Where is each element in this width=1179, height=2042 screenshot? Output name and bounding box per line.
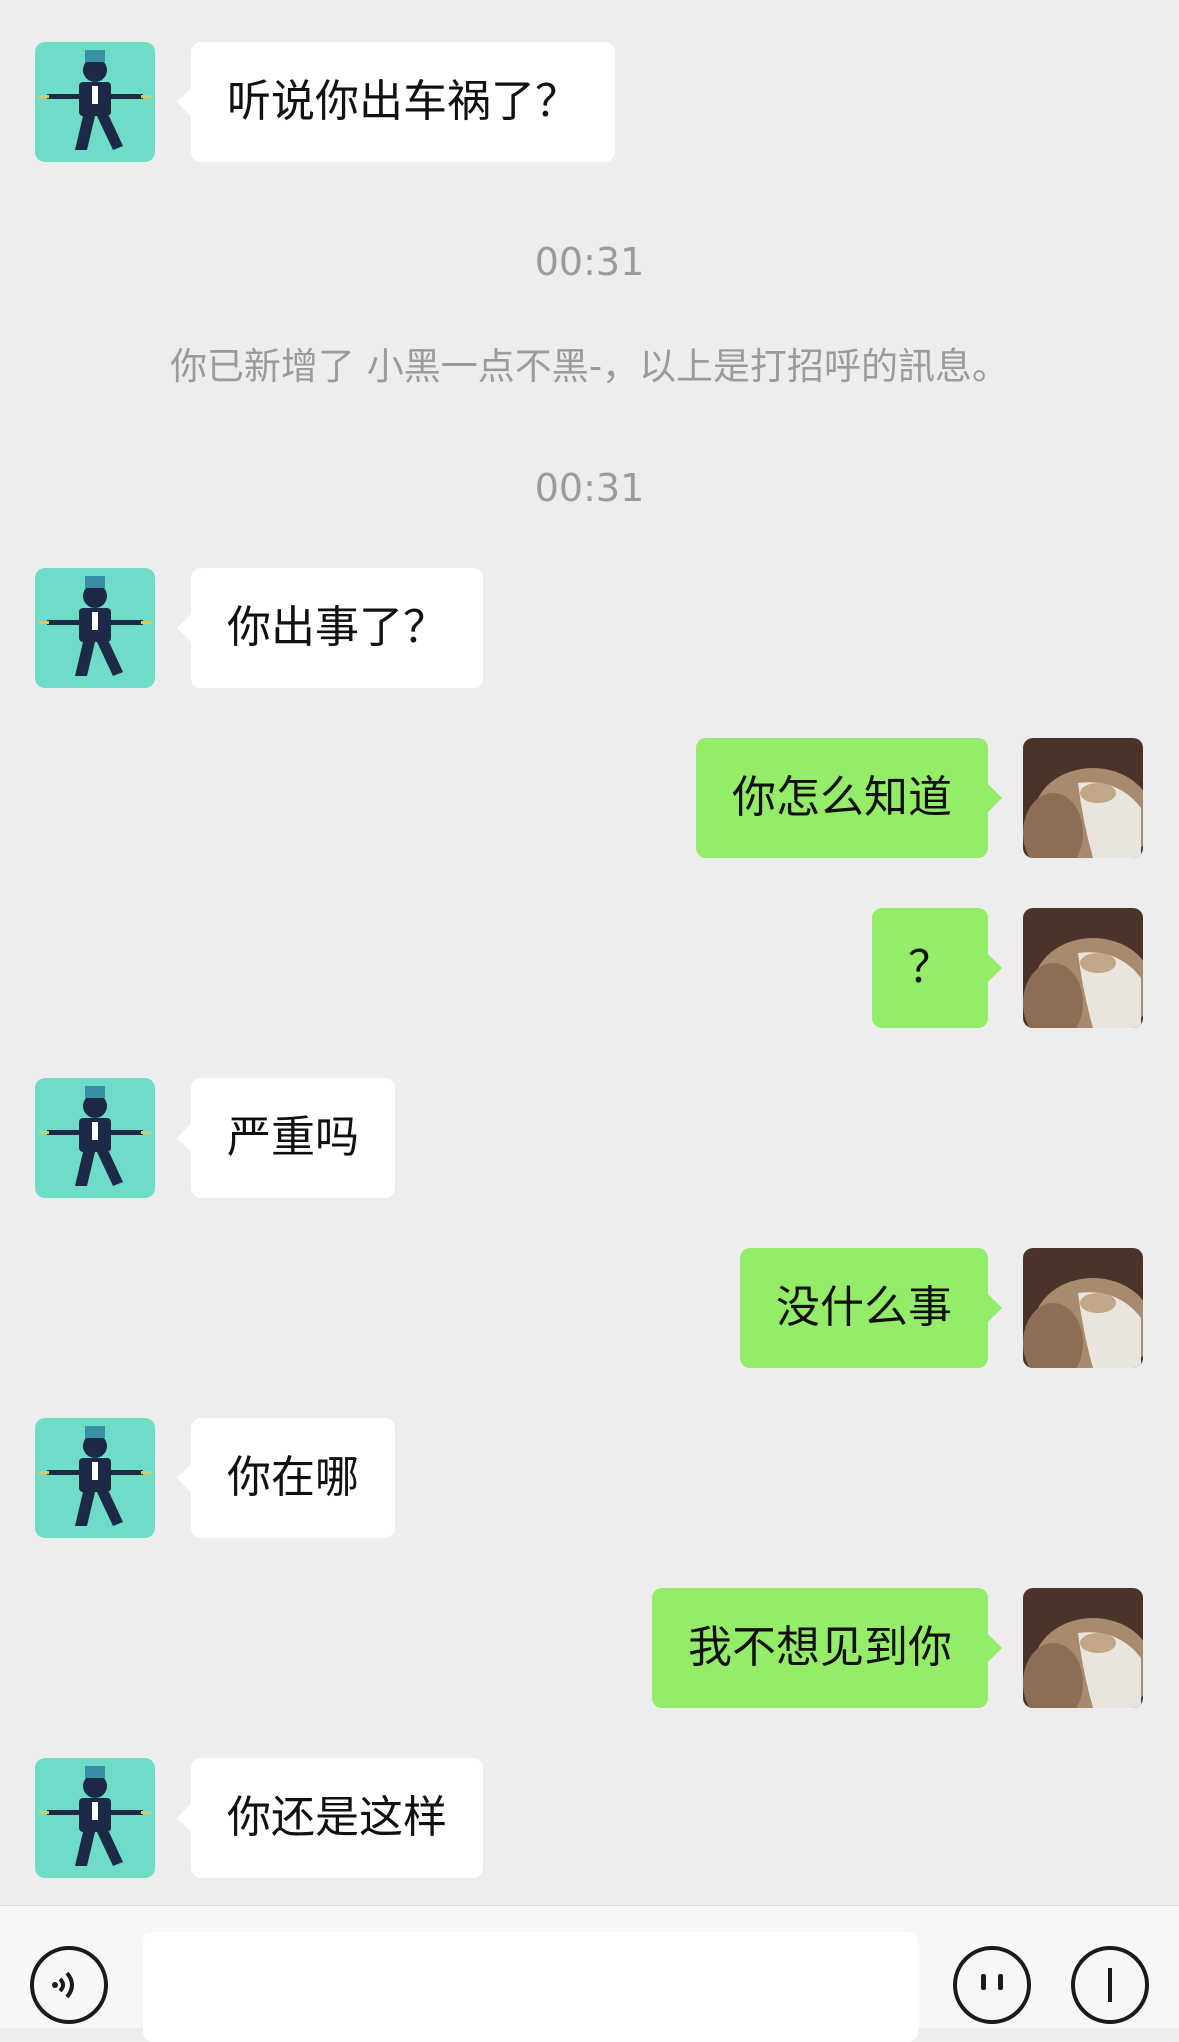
contact-avatar[interactable] [35,1418,155,1538]
message-bubble-incoming[interactable]: 你还是这样 [177,1758,483,1878]
emoji-button[interactable] [953,1946,1031,2024]
voice-icon [52,1971,74,1999]
voice-button[interactable] [30,1946,108,2024]
message-bubble-incoming[interactable]: 你在哪 [177,1418,395,1538]
message-bubble-incoming[interactable]: 严重吗 [177,1078,395,1198]
plus-icon [1108,1968,1112,2002]
emoji-icon [981,1974,1003,1990]
my-avatar[interactable] [1023,1588,1143,1708]
contact-avatar[interactable] [35,42,155,162]
message-bubble-outgoing[interactable]: 没什么事 [740,1248,1002,1368]
contact-avatar[interactable] [35,1078,155,1198]
message-bubble-incoming[interactable]: 你出事了？ [177,568,483,688]
my-avatar[interactable] [1023,738,1143,858]
contact-avatar[interactable] [35,1758,155,1878]
my-avatar[interactable] [1023,908,1143,1028]
message-bubble-incoming[interactable]: 听说你出车祸了？ [177,42,615,162]
chat-area[interactable]: 听说你出车祸了？ 00:31 你已新增了 小黑一点不黑-，以上是打招呼的訊息。 … [0,0,1179,1905]
timestamp: 00:31 [534,240,645,284]
message-bubble-outgoing[interactable]: ？ [872,908,1002,1028]
input-bar [0,1905,1179,2042]
timestamp: 00:31 [534,466,645,510]
system-message: 你已新增了 小黑一点不黑-，以上是打招呼的訊息。 [169,345,1010,388]
message-bubble-outgoing[interactable]: 我不想见到你 [652,1588,1002,1708]
message-input[interactable] [143,1932,918,2042]
plus-button[interactable] [1071,1946,1149,2024]
message-bubble-outgoing[interactable]: 你怎么知道 [696,738,1002,858]
my-avatar[interactable] [1023,1248,1143,1368]
contact-avatar[interactable] [35,568,155,688]
